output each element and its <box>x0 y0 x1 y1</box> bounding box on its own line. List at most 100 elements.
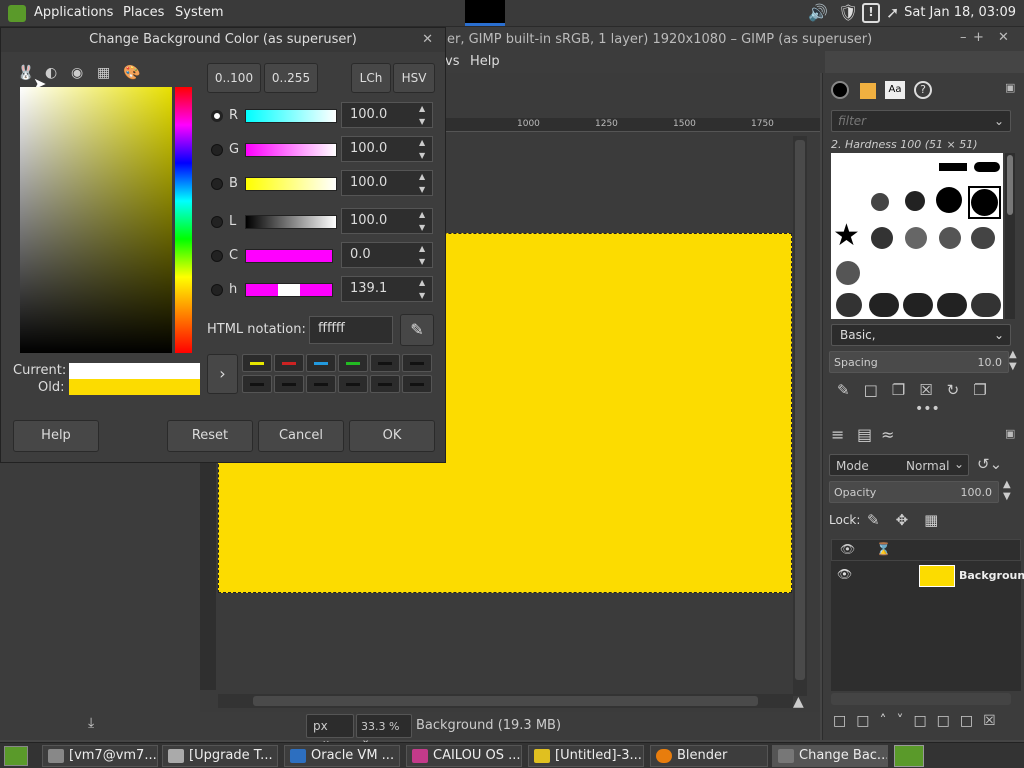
spacing-field[interactable]: Spacing 10.0 <box>829 351 1009 373</box>
show-desktop-icon[interactable] <box>4 746 28 766</box>
channel-slider-g[interactable] <box>245 143 337 157</box>
channel-slider-h[interactable] <box>245 283 333 297</box>
mode-select[interactable]: Mode Normal ⌄ <box>829 454 969 476</box>
gimp-selector-icon[interactable]: 🐰 <box>17 65 34 81</box>
wheel-selector-icon[interactable]: ◐ <box>45 65 57 81</box>
brush-item[interactable] <box>871 227 893 249</box>
eye-icon[interactable]: 👁 <box>837 567 852 581</box>
volume-icon[interactable]: 🔊 <box>808 3 828 22</box>
brush-item[interactable] <box>971 293 1001 317</box>
history-swatch[interactable] <box>274 354 304 372</box>
brush-item[interactable] <box>871 193 889 211</box>
brush-item[interactable] <box>937 293 967 317</box>
channel-slider-b[interactable] <box>245 177 337 191</box>
history-swatch[interactable] <box>242 375 272 393</box>
dock-menu-icon[interactable]: ▣ <box>1005 427 1015 440</box>
layer-name[interactable]: Backgroun <box>959 569 1024 582</box>
old-color-swatch[interactable] <box>69 379 200 395</box>
html-notation-input[interactable]: ffffff <box>309 316 393 344</box>
channel-slider-c[interactable] <box>245 249 333 263</box>
history-swatch[interactable] <box>370 354 400 372</box>
channel-slider-r[interactable] <box>245 109 337 123</box>
scroll-thumb[interactable] <box>253 696 758 706</box>
color-picker-icon[interactable]: ✎ <box>400 314 434 346</box>
mint-menu-icon[interactable] <box>8 5 26 22</box>
channel-radio-c[interactable] <box>211 250 223 262</box>
history-swatch[interactable] <box>306 375 336 393</box>
task-cailou-os[interactable]: CAILOU OS ... <box>406 745 522 767</box>
opacity-stepper[interactable]: ▲ ▼ <box>1003 479 1011 503</box>
brush-item[interactable] <box>939 227 961 249</box>
task-terminal[interactable]: [vm7@vm7... <box>42 745 158 767</box>
network-icon[interactable]: ➚ <box>886 3 899 22</box>
menu-help[interactable]: Help <box>470 54 500 69</box>
spacing-stepper[interactable]: ▲ ▼ <box>1009 349 1017 373</box>
layer-actions-icons[interactable]: □□˄˅□□□☒ <box>833 713 1006 729</box>
opacity-field[interactable]: Opacity 100.0 <box>829 481 999 503</box>
zoom-select[interactable]: 33.3 % ⌄ <box>356 714 412 746</box>
history-swatch[interactable] <box>338 375 368 393</box>
workspace-switcher[interactable] <box>465 0 505 26</box>
channels-tab-icon[interactable]: ▤ <box>857 425 872 444</box>
spin-arrows-icon[interactable]: ▲ ▼ <box>419 170 425 196</box>
range-0-100-button[interactable]: 0..100 <box>207 63 261 93</box>
task-oracle-vm[interactable]: Oracle VM ... <box>284 745 400 767</box>
menu-windows[interactable]: vs <box>445 54 459 69</box>
applications-menu[interactable]: Applications <box>34 5 113 20</box>
brushes-tab-icon[interactable] <box>831 81 849 99</box>
brush-item[interactable] <box>971 227 995 249</box>
cmyk-selector-icon[interactable]: ◉ <box>71 65 83 81</box>
brush-item[interactable] <box>936 187 962 213</box>
alert-icon[interactable]: ! <box>862 3 880 23</box>
layers-list[interactable]: 👁 Backgroun <box>831 561 1024 691</box>
channel-radio-l[interactable] <box>211 216 223 228</box>
fonts-tab-icon[interactable]: Aa <box>885 81 905 99</box>
history-swatch[interactable] <box>306 354 336 372</box>
brush-actions-icons[interactable]: ✎□❐☒↻❐ <box>837 381 1001 399</box>
spin-arrows-icon[interactable]: ▲ ▼ <box>419 136 425 162</box>
channel-slider-l[interactable] <box>245 215 337 229</box>
places-menu[interactable]: Places <box>123 5 164 20</box>
color-square[interactable] <box>20 87 172 353</box>
hue-strip[interactable] <box>175 87 192 353</box>
dock-menu-icon[interactable]: ▣ <box>1005 81 1015 94</box>
selected-brush[interactable] <box>968 186 1001 219</box>
help-tab-icon[interactable]: ? <box>914 81 932 99</box>
task-upgrade[interactable]: [Upgrade T... <box>162 745 278 767</box>
channel-radio-g[interactable] <box>211 144 223 156</box>
history-swatch[interactable] <box>402 375 432 393</box>
maximize-icon[interactable]: + <box>973 30 984 45</box>
horizontal-scrollbar[interactable] <box>218 694 793 708</box>
channel-radio-h[interactable] <box>211 284 223 296</box>
spin-arrows-icon[interactable]: ▲ ▼ <box>419 276 425 302</box>
history-swatch[interactable] <box>274 375 304 393</box>
patterns-tab-icon[interactable] <box>860 83 876 99</box>
brush-item[interactable] <box>869 293 899 317</box>
task-untitled[interactable]: [Untitled]-3.... <box>528 745 644 767</box>
clock[interactable]: Sat Jan 18, 03:09 <box>904 5 1016 20</box>
shield-icon[interactable]: 🛡 <box>838 3 858 22</box>
brush-item[interactable] <box>939 163 967 171</box>
close-icon[interactable]: ✕ <box>422 28 433 52</box>
history-swatch[interactable] <box>242 354 272 372</box>
grip-icon[interactable]: ••• <box>915 401 940 417</box>
close-icon[interactable]: ✕ <box>998 30 1009 45</box>
layer-row[interactable]: 👁 Backgroun <box>831 561 1024 591</box>
history-swatch[interactable] <box>338 354 368 372</box>
minimize-icon[interactable]: – <box>960 30 967 45</box>
watercolor-selector-icon[interactable]: ▦ <box>97 65 110 81</box>
spin-arrows-icon[interactable]: ▲ ▼ <box>419 208 425 234</box>
history-swatch[interactable] <box>402 354 432 372</box>
layers-scrollbar[interactable] <box>831 693 1011 705</box>
add-to-history-button[interactable]: › <box>207 354 238 394</box>
layers-tab-icon[interactable]: ≡ <box>831 425 844 444</box>
brush-item[interactable] <box>836 261 860 285</box>
navigate-icon[interactable]: ▲ <box>793 694 804 710</box>
vertical-scrollbar[interactable] <box>793 136 807 696</box>
range-0-255-button[interactable]: 0..255 <box>264 63 318 93</box>
channel-radio-r[interactable] <box>211 110 223 122</box>
brush-item[interactable] <box>974 162 1000 172</box>
hsv-button[interactable]: HSV <box>393 63 435 93</box>
paths-tab-icon[interactable]: ≈ <box>881 425 894 444</box>
unit-select[interactable]: px ⌄ <box>306 714 354 747</box>
